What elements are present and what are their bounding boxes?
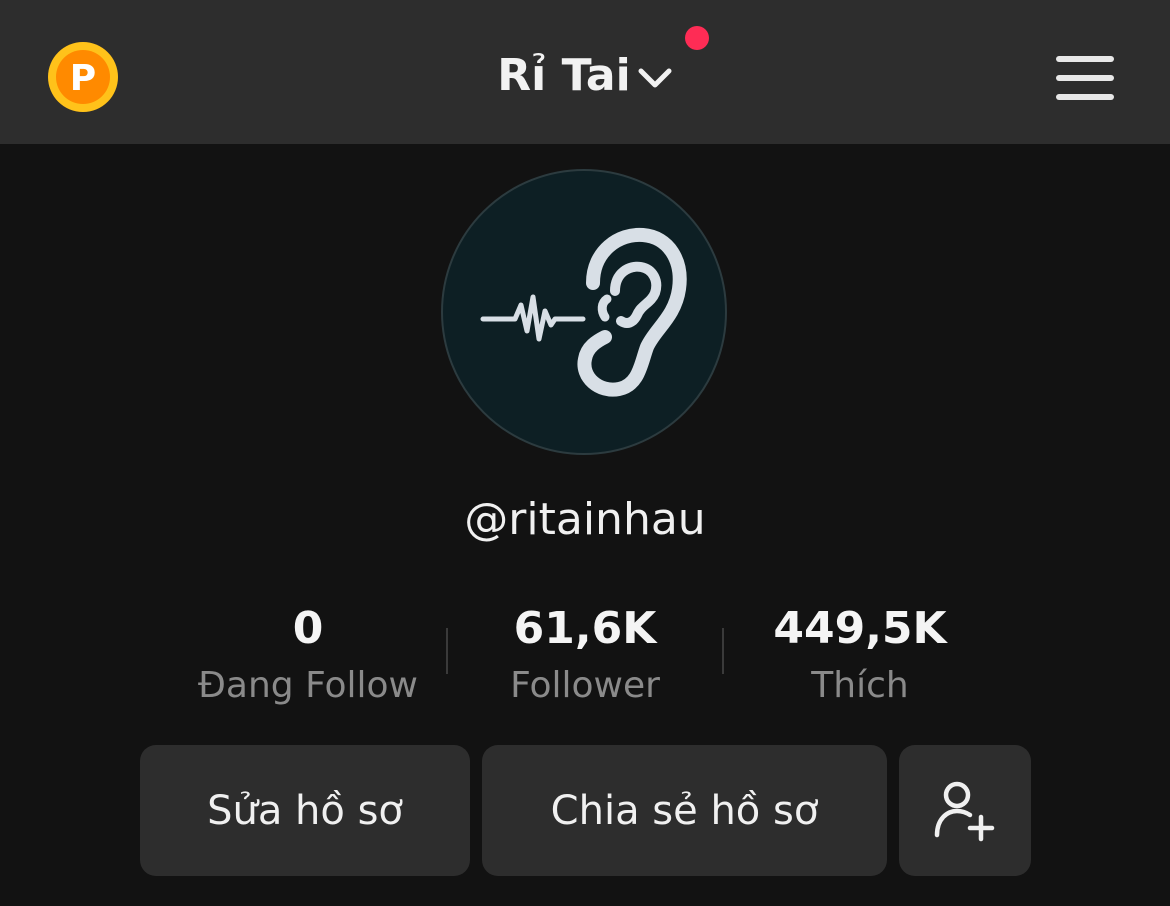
- following-count: 0: [292, 603, 324, 654]
- followers-stat[interactable]: 61,6K Follower: [455, 600, 715, 714]
- chevron-down-icon: [638, 68, 672, 88]
- title-area: Rỉ Tai: [0, 26, 1170, 106]
- add-person-icon: [934, 781, 995, 841]
- following-stat[interactable]: 0 Đang Follow: [178, 600, 438, 714]
- edit-profile-label: Sửa hồ sơ: [207, 787, 403, 834]
- hamburger-menu-icon[interactable]: [1056, 54, 1116, 102]
- likes-count: 449,5K: [773, 603, 947, 654]
- account-name: Rỉ Tai: [497, 50, 631, 101]
- edit-profile-button[interactable]: Sửa hồ sơ: [140, 745, 470, 876]
- share-profile-button[interactable]: Chia sẻ hồ sơ: [482, 745, 887, 876]
- followers-count: 61,6K: [513, 603, 657, 654]
- avatar[interactable]: [441, 169, 727, 455]
- notification-dot: [684, 26, 709, 50]
- top-bar: P Rỉ Tai: [0, 0, 1170, 144]
- ear-soundwave-icon: [480, 227, 687, 397]
- likes-label: Thích: [811, 665, 909, 706]
- profile-handle: @ritainhau: [464, 494, 706, 545]
- following-label: Đang Follow: [198, 665, 418, 706]
- stats-divider: [446, 628, 448, 674]
- stats-row: 0 Đang Follow 61,6K Follower 449,5K Thíc…: [0, 600, 1170, 710]
- likes-stat[interactable]: 449,5K Thích: [730, 600, 990, 714]
- followers-label: Follower: [510, 665, 660, 706]
- add-friend-button[interactable]: [899, 745, 1031, 876]
- share-profile-label: Chia sẻ hồ sơ: [550, 787, 819, 834]
- stats-divider: [722, 628, 724, 674]
- account-switcher[interactable]: Rỉ Tai: [497, 26, 709, 106]
